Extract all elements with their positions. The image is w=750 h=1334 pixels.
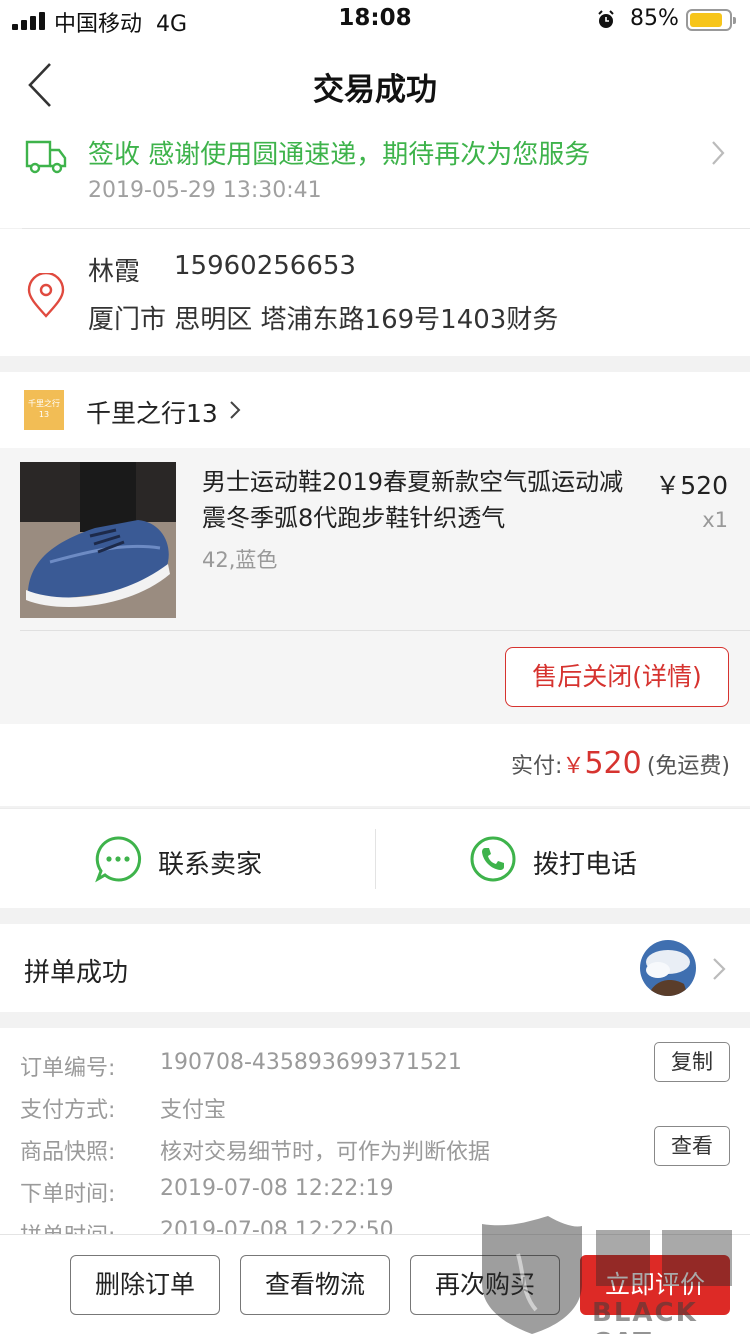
product-image[interactable] xyxy=(20,462,176,618)
address-detail: 厦门市 思明区 塔浦东路169号1403财务 xyxy=(88,305,559,335)
battery-percent: 85% xyxy=(630,6,679,31)
view-logistics-button[interactable]: 查看物流 xyxy=(240,1255,390,1315)
group-buy-row[interactable]: 拼单成功 xyxy=(0,924,750,1012)
order-number-row: 订单编号: 190708-435893699371521 复制 xyxy=(0,1042,750,1086)
paid-currency: ￥ xyxy=(562,754,585,779)
delivery-time: 2019-05-29 13:30:41 xyxy=(88,178,322,203)
payment-method-row: 支付方式: 支付宝 xyxy=(0,1086,750,1128)
chevron-right-icon xyxy=(712,141,725,165)
call-phone-button[interactable]: 拨打电话 xyxy=(375,809,750,909)
group-buy-label: 拼单成功 xyxy=(24,958,129,988)
order-info: 订单编号: 190708-435893699371521 复制 支付方式: 支付… xyxy=(0,1028,750,1238)
call-phone-label: 拨打电话 xyxy=(533,850,638,880)
contact-seller-label: 联系卖家 xyxy=(158,850,263,880)
shipping-note: (免运费) xyxy=(646,754,730,779)
recipient-name: 林霞 xyxy=(88,257,141,287)
divider xyxy=(20,630,750,631)
order-number-value: 190708-435893699371521 xyxy=(160,1050,462,1075)
phone-icon xyxy=(470,836,516,882)
chevron-right-icon xyxy=(713,958,726,980)
nav-bar: 交易成功 xyxy=(0,40,750,128)
status-bar: 中国移动 4G 18:08 85% xyxy=(0,0,750,40)
chevron-right-icon xyxy=(230,401,241,419)
contact-bar: 联系卖家 拨打电话 xyxy=(0,808,750,908)
delivery-status[interactable]: 签收 感谢使用圆通速递，期待再次为您服务 2019-05-29 13:30:41 xyxy=(0,128,750,228)
payment-method-label: 支付方式: xyxy=(20,1098,116,1123)
payment-method-value: 支付宝 xyxy=(160,1098,227,1123)
view-snapshot-button[interactable]: 查看 xyxy=(654,1126,730,1166)
paid-amount: 520 xyxy=(584,746,642,781)
alarm-icon xyxy=(598,10,614,28)
order-number-label: 订单编号: xyxy=(20,1056,116,1081)
location-pin-icon xyxy=(27,273,65,318)
recipient-phone: 15960256653 xyxy=(174,251,356,281)
bottom-action-bar: 删除订单 查看物流 再次购买 立即评价 xyxy=(0,1234,750,1334)
order-time-row: 下单时间: 2019-07-08 12:22:19 xyxy=(0,1170,750,1212)
page-title: 交易成功 xyxy=(313,72,437,108)
snapshot-value: 核对交易细节时，可作为判断依据 xyxy=(160,1140,491,1165)
product-title[interactable]: 男士运动鞋2019春夏新款空气弧运动减震冬季弧8代跑步鞋针织透气 xyxy=(202,464,632,536)
contact-seller-button[interactable]: 联系卖家 xyxy=(0,809,375,909)
buy-again-button[interactable]: 再次购买 xyxy=(410,1255,560,1315)
shipping-address: 林霞 15960256653 厦门市 思明区 塔浦东路169号1403财务 xyxy=(0,229,750,356)
review-now-button[interactable]: 立即评价 xyxy=(580,1255,730,1315)
product-card[interactable]: 男士运动鞋2019春夏新款空气弧运动减震冬季弧8代跑步鞋针织透气 ￥520 x1… xyxy=(0,448,750,724)
payment-summary: 实付:￥520 (免运费) xyxy=(0,724,750,806)
shop-logo: 千里之行13 xyxy=(24,390,64,430)
snapshot-row: 商品快照: 核对交易细节时，可作为判断依据 查看 xyxy=(0,1126,750,1170)
after-sale-button[interactable]: 售后关闭(详情) xyxy=(505,647,729,707)
product-price: ￥520 xyxy=(655,471,728,500)
delivery-message: 签收 感谢使用圆通速递，期待再次为您服务 xyxy=(88,140,591,170)
delete-order-button[interactable]: 删除订单 xyxy=(70,1255,220,1315)
product-quantity: x1 xyxy=(702,508,728,532)
snapshot-label: 商品快照: xyxy=(20,1140,116,1165)
battery-icon xyxy=(686,9,736,31)
avatar[interactable] xyxy=(640,940,696,996)
order-time-label: 下单时间: xyxy=(20,1182,116,1207)
copy-button[interactable]: 复制 xyxy=(654,1042,730,1082)
shop-header[interactable]: 千里之行13 千里之行13 xyxy=(0,372,750,448)
shop-name[interactable]: 千里之行13 xyxy=(86,394,218,430)
truck-icon xyxy=(25,140,67,174)
product-spec: 42,蓝色 xyxy=(202,548,278,572)
paid-label: 实付: xyxy=(511,754,563,779)
chat-icon xyxy=(95,836,142,883)
order-time-value: 2019-07-08 12:22:19 xyxy=(160,1176,394,1201)
